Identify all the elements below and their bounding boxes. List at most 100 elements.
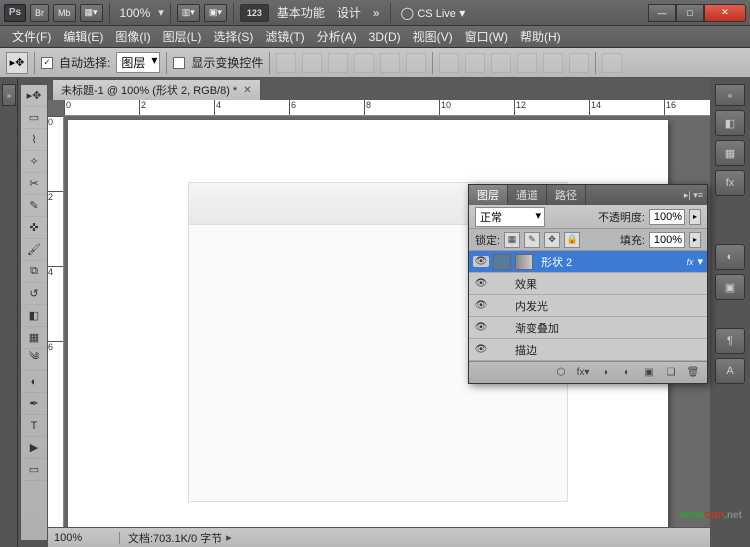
delete-layer-icon[interactable]: 🗑 [685,366,701,380]
cslive-button[interactable]: ◯ CS Live ▾ [397,6,470,20]
collapse-panels-button[interactable]: « [715,84,745,106]
blend-mode-dropdown[interactable]: 正常 [475,207,545,227]
visibility-icon[interactable]: 👁 [473,256,489,267]
dodge-tool[interactable]: ◐ [21,371,47,393]
brush-tool[interactable]: 🖌 [21,239,47,261]
healing-brush-tool[interactable]: ✜ [21,217,47,239]
distribute-button [517,53,537,73]
clone-stamp-tool[interactable]: ⧉ [21,261,47,283]
close-tab-icon[interactable]: ✕ [243,85,251,96]
status-zoom[interactable]: 100% [48,532,120,544]
panel-menu[interactable]: ▸| ▾≡ [684,190,707,201]
layer-name[interactable]: 形状 2 [537,254,682,270]
maximize-button[interactable]: □ [676,4,704,22]
menu-select[interactable]: 选择(S) [207,28,259,45]
lock-position-icon[interactable]: ✥ [544,232,560,248]
effect-stroke[interactable]: 👁 描边 [469,339,707,361]
tab-paths[interactable]: 路径 [547,185,586,205]
menu-layer[interactable]: 图层(L) [157,28,208,45]
masks-panel-icon[interactable]: ▣ [715,274,745,300]
chevron-down-icon[interactable]: ▾ [697,255,703,268]
auto-select-label: 自动选择: [59,54,110,71]
layer-style-icon[interactable]: fx▾ [575,366,591,380]
link-layers-icon[interactable]: ⬡ [553,366,569,380]
app-frame-button[interactable]: 123 [240,4,269,22]
vector-mask-thumbnail[interactable] [515,254,533,270]
status-doc-size[interactable]: 文档:703.1K/0 字节 [120,530,222,546]
screen-mode-button[interactable]: ▣▾ [204,4,227,22]
pen-tool[interactable]: ✒ [21,393,47,415]
menu-edit[interactable]: 编辑(E) [57,28,109,45]
effect-inner-glow[interactable]: 👁 内发光 [469,295,707,317]
move-tool[interactable]: ▸✥ [21,85,47,107]
tab-channels[interactable]: 通道 [508,185,547,205]
menu-image[interactable]: 图像(I) [109,28,156,45]
visibility-icon[interactable]: 👁 [473,300,489,311]
workspace-essentials[interactable]: 基本功能 [273,4,329,21]
type-tool[interactable]: T [21,415,47,437]
menu-view[interactable]: 视图(V) [407,28,459,45]
tab-layers[interactable]: 图层 [469,185,508,205]
expand-toolbox-button[interactable]: » [2,84,16,106]
auto-select-dropdown[interactable]: 图层 [116,52,160,73]
close-button[interactable]: ✕ [704,4,746,22]
paragraph-panel-icon[interactable]: A [715,358,745,384]
visibility-icon[interactable]: 👁 [473,322,489,333]
lock-transparent-icon[interactable]: ▦ [504,232,520,248]
move-tool-icon: ▸✥ [6,52,28,74]
arrange-docs-button[interactable]: ▥▾ [177,4,200,22]
auto-select-checkbox[interactable]: ✓ [41,57,53,69]
lasso-tool[interactable]: ⌇ [21,129,47,151]
adjustments-panel-icon[interactable]: ◐ [715,244,745,270]
swatches-panel-icon[interactable]: ▦ [715,140,745,166]
view-extras-button[interactable]: ▦▾ [80,4,103,22]
opacity-arrow-icon[interactable]: ▸ [689,209,701,225]
path-select-tool[interactable]: ▶ [21,437,47,459]
magic-wand-tool[interactable]: ✧ [21,151,47,173]
visibility-icon[interactable]: 👁 [473,344,489,355]
new-layer-icon[interactable]: ❏ [663,366,679,380]
eraser-tool[interactable]: ◧ [21,305,47,327]
group-icon[interactable]: ▣ [641,366,657,380]
lock-pixels-icon[interactable]: ✎ [524,232,540,248]
menu-help[interactable]: 帮助(H) [514,28,567,45]
shape-tool[interactable]: ▭ [21,459,47,481]
minimize-button[interactable]: — [648,4,676,22]
workspace-more[interactable]: » [369,6,384,20]
bridge-button[interactable]: Br [30,4,49,22]
effect-gradient-overlay[interactable]: 👁 渐变叠加 [469,317,707,339]
menu-analysis[interactable]: 分析(A) [311,28,363,45]
status-arrow-icon[interactable]: ▸ [226,531,232,544]
layer-row-selected[interactable]: 👁 形状 2 fx ▾ [469,251,707,273]
fx-badge[interactable]: fx [686,257,693,267]
layer-thumbnail[interactable] [493,254,511,270]
eyedropper-tool[interactable]: ✎ [21,195,47,217]
workspace-design[interactable]: 设计 [333,4,365,21]
opacity-input[interactable]: 100% [649,209,685,225]
crop-tool[interactable]: ✂ [21,173,47,195]
history-brush-tool[interactable]: ↺ [21,283,47,305]
lock-all-icon[interactable]: 🔒 [564,232,580,248]
show-transform-checkbox[interactable] [173,57,185,69]
color-panel-icon[interactable]: ◧ [715,110,745,136]
separator [170,3,171,23]
character-panel-icon[interactable]: ¶ [715,328,745,354]
fill-arrow-icon[interactable]: ▸ [689,232,701,248]
visibility-icon[interactable]: 👁 [473,278,489,289]
layers-panel[interactable]: 图层 通道 路径 ▸| ▾≡ 正常 不透明度: 100% ▸ 锁定: ▦ ✎ ✥… [468,184,708,384]
fill-input[interactable]: 100% [649,232,685,248]
adjustment-layer-icon[interactable]: ◐ [619,366,635,380]
dropdown-icon[interactable]: ▾ [158,6,164,19]
zoom-level[interactable]: 100% [116,6,155,20]
marquee-tool[interactable]: ▭ [21,107,47,129]
layer-mask-icon[interactable]: ◑ [597,366,613,380]
styles-panel-icon[interactable]: fx [715,170,745,196]
effects-row[interactable]: 👁 效果 [469,273,707,295]
menu-file[interactable]: 文件(F) [6,28,57,45]
menu-3d[interactable]: 3D(D) [363,30,407,44]
minibridge-button[interactable]: Mb [53,4,76,22]
blur-tool[interactable]: ༄ [21,349,47,371]
document-tab[interactable]: 未标题-1 @ 100% (形状 2, RGB/8) * ✕ [52,79,261,100]
menu-window[interactable]: 窗口(W) [459,28,514,45]
menu-filter[interactable]: 滤镜(T) [259,28,310,45]
